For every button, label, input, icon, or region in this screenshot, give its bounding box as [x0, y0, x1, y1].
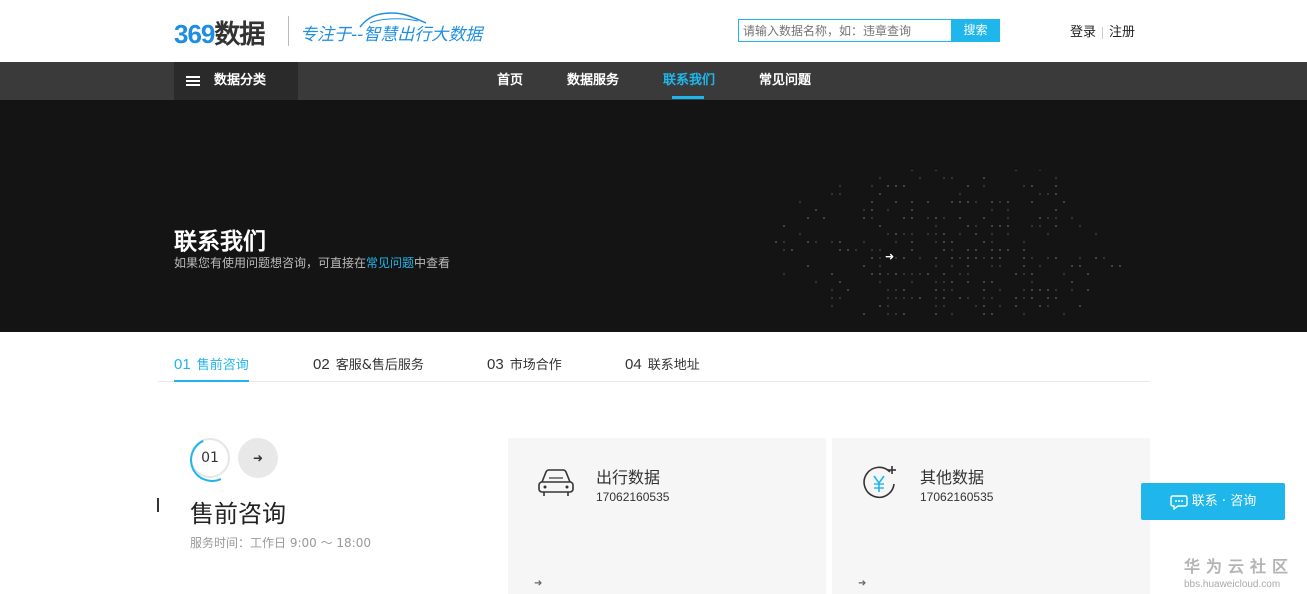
arrow-right-icon: ➜ — [885, 250, 895, 263]
search-input[interactable] — [738, 19, 952, 42]
tab-number: 01 — [174, 356, 191, 373]
category-label: 数据分类 — [214, 73, 267, 88]
auth-divider — [1102, 26, 1104, 39]
tab-label: 客服&售后服务 — [335, 358, 424, 373]
tab-label: 售前咨询 — [196, 358, 249, 373]
list-icon — [186, 74, 200, 88]
tab-presales[interactable]: 01 售前咨询 — [174, 354, 249, 382]
logo-text: 数据 — [214, 20, 265, 50]
logo-number: 369 — [174, 19, 215, 49]
hero-subtitle-tail: 中查看 — [414, 256, 451, 270]
tab-customer-service[interactable]: 02 客服&售后服务 — [313, 354, 424, 382]
yen-icon — [863, 466, 896, 499]
faq-link[interactable]: 常见问题 — [366, 256, 414, 270]
main-navbar: 数据分类 首页 数据服务 联系我们 常见问题 — [0, 62, 1307, 100]
arrow-right-icon: ➜ — [252, 451, 264, 465]
hero-subtitle: 如果您有使用问题想咨询，可直接在常见问题中查看 — [174, 254, 450, 271]
card-title: 其他数据 — [920, 468, 985, 487]
auth-links: 登录 注册 — [1070, 21, 1135, 40]
hero-banner: 联系我们 如果您有使用问题想咨询，可直接在常见问题中查看 ➜ — [0, 100, 1307, 332]
text-cursor — [157, 498, 159, 512]
logo[interactable]: 369数据 — [174, 14, 265, 51]
arrow-right-icon: ➜ — [858, 578, 867, 589]
arrow-right-icon: ➜ — [534, 578, 543, 589]
tab-number: 04 — [625, 356, 642, 373]
car-icon — [538, 469, 574, 496]
tab-contact-address[interactable]: 04 联系地址 — [625, 354, 700, 382]
nav-item-faq[interactable]: 常见问题 — [759, 62, 811, 100]
dot-map-decoration — [775, 170, 1121, 315]
nav-item-contact-us[interactable]: 联系我们 — [663, 62, 715, 100]
tab-number: 03 — [487, 356, 504, 373]
logo-divider — [288, 16, 289, 46]
register-link[interactable]: 注册 — [1109, 25, 1135, 40]
watermark-url: bbs.huaweicloud.com — [1184, 579, 1281, 590]
card-phone: 17062160535 — [920, 490, 994, 504]
service-hours: 服务时间：工作日 9:00 ～ 18:00 — [190, 536, 371, 550]
search-button[interactable]: 搜索 — [951, 19, 1000, 42]
section-title: 售前咨询 — [190, 500, 286, 528]
nav-active-underline — [672, 96, 704, 99]
contact-consult-label: 联系 · 咨询 — [1191, 494, 1257, 509]
tab-number: 02 — [313, 356, 330, 373]
section-number-badge: 01 — [190, 438, 230, 478]
page: 369数据 专注于--智慧出行大数据 搜索 登录注册 数据分类 首页 数据服务 … — [0, 0, 1307, 594]
contact-consult-button[interactable]: 联系 · 咨询 — [1141, 483, 1285, 520]
contact-card-other-data[interactable]: 其他数据 17062160535 ➜ — [832, 438, 1150, 594]
next-section-button[interactable]: ➜ — [238, 438, 278, 478]
tab-market-cooperation[interactable]: 03 市场合作 — [487, 354, 562, 382]
nav-item-home[interactable]: 首页 — [497, 62, 523, 100]
watermark-title: 华为云社区 — [1184, 557, 1295, 576]
login-link[interactable]: 登录 — [1070, 25, 1096, 40]
contact-tabs: 01 售前咨询 02 客服&售后服务 03 市场合作 04 联系地址 — [158, 346, 1150, 382]
hero-title: 联系我们 — [174, 229, 266, 255]
tab-label: 联系地址 — [647, 358, 700, 373]
card-title: 出行数据 — [596, 468, 661, 487]
watermark: 华为云社区 bbs.huaweicloud.com — [1184, 553, 1294, 590]
nav-item-data-services[interactable]: 数据服务 — [567, 62, 619, 100]
category-menu-button[interactable]: 数据分类 — [174, 62, 298, 100]
slogan: 专注于--智慧出行大数据 — [300, 25, 483, 45]
contact-card-travel-data[interactable]: 出行数据 17062160535 ➜ — [508, 438, 826, 594]
header: 369数据 专注于--智慧出行大数据 搜索 登录注册 — [0, 0, 1307, 62]
chat-bubble-icon — [1170, 494, 1188, 510]
hero-subtitle-text: 如果您有使用问题想咨询，可直接在 — [174, 256, 367, 270]
tab-label: 市场合作 — [509, 358, 562, 373]
card-phone: 17062160535 — [596, 490, 670, 504]
